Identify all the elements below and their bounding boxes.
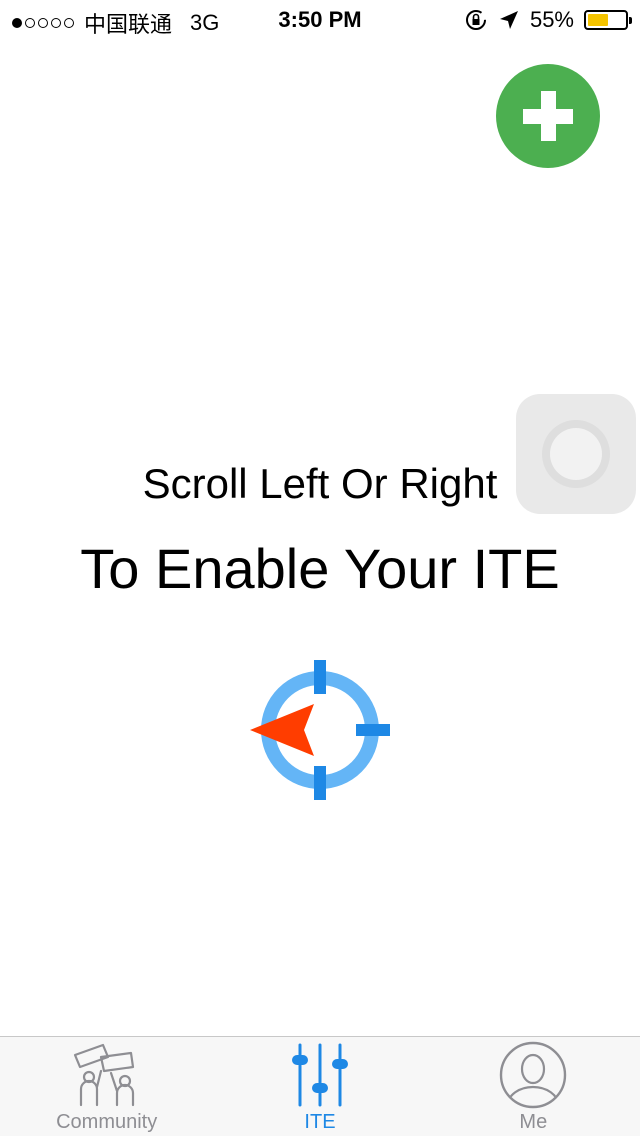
screen: 中国联通 3G 3:50 PM 55% Scroll Left Or Right… [0, 0, 640, 1136]
rotation-lock-icon [465, 10, 486, 30]
sliders-icon [291, 1043, 348, 1107]
tab-bar: Community ITE Me [0, 1036, 640, 1136]
instruction-text-line1: Scroll Left Or Right [142, 460, 498, 507]
status-bar: 中国联通 3G 3:50 PM 55% [0, 0, 640, 40]
community-icon [73, 1043, 134, 1107]
tab-me[interactable]: Me [427, 1037, 640, 1136]
tab-ite-label: ITE [304, 1111, 336, 1133]
tab-community[interactable]: Community [0, 1037, 213, 1136]
battery-level [588, 14, 608, 26]
profile-icon [500, 1041, 567, 1109]
battery-percent: 55% [529, 7, 574, 32]
add-button[interactable] [496, 64, 600, 168]
battery-cap [629, 17, 632, 24]
tab-community-label: Community [56, 1111, 158, 1133]
plus-icon [523, 91, 573, 141]
location-arrow-icon [499, 11, 518, 29]
tab-ite[interactable]: ITE [213, 1037, 426, 1136]
status-right: 55% [464, 7, 632, 33]
battery-icon [584, 10, 632, 30]
tab-me-label: Me [519, 1111, 548, 1133]
crosshair-target-icon[interactable] [248, 658, 392, 802]
instruction-text-line2: To Enable Your ITE [80, 537, 560, 600]
